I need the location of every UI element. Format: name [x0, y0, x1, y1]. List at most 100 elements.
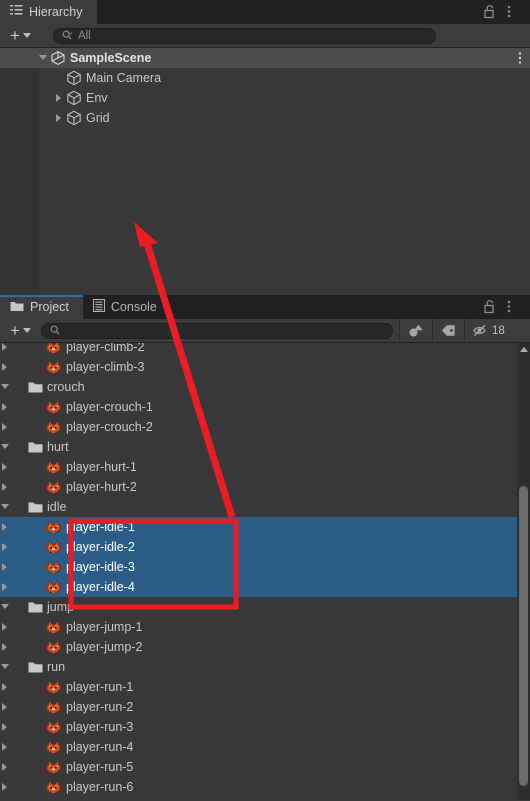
hidden-assets-count: 18	[491, 324, 505, 337]
sprite-asset-icon	[46, 640, 61, 654]
hierarchy-toolbar: + All	[0, 24, 530, 48]
project-row-label: player-crouch-2	[66, 420, 153, 434]
hierarchy-row-label: Main Camera	[86, 71, 162, 85]
create-gameobject-button[interactable]: +	[6, 27, 35, 45]
search-icon	[62, 30, 73, 41]
project-folder-row[interactable]: crouch	[0, 377, 530, 397]
chevron-down-icon	[22, 33, 31, 38]
sprite-asset-icon	[46, 360, 61, 374]
sprite-asset-icon	[46, 740, 61, 754]
project-asset-row[interactable]: player-jump-2	[0, 637, 530, 657]
project-asset-row[interactable]: player-jump-1	[0, 617, 530, 637]
project-asset-row[interactable]: player-crouch-1	[0, 397, 530, 417]
sprite-asset-icon	[46, 520, 61, 534]
hierarchy-row-label: Grid	[86, 111, 110, 125]
sprite-asset-icon	[46, 540, 61, 554]
project-asset-row[interactable]: player-run-5	[0, 757, 530, 777]
project-row-label: player-jump-1	[66, 620, 143, 634]
unlocked-padlock-icon[interactable]	[483, 4, 497, 20]
project-row-label: player-run-5	[66, 760, 134, 774]
gameobject-cube-icon	[66, 70, 82, 86]
project-row-label: player-run-3	[66, 720, 134, 734]
hierarchy-row-label: Env	[86, 91, 108, 105]
project-asset-row[interactable]: player-hurt-1	[0, 457, 530, 477]
sprite-asset-icon	[46, 560, 61, 574]
gameobject-cube-icon	[66, 110, 82, 126]
project-row-label: player-climb-3	[66, 360, 145, 374]
tab-project-label: Project	[30, 300, 69, 314]
project-row-label: player-run-6	[66, 780, 134, 794]
folder-icon	[28, 601, 43, 614]
hierarchy-scene-row[interactable]: SampleScene	[0, 48, 530, 68]
plus-icon: +	[10, 25, 20, 45]
twisty-collapsed-icon[interactable]	[54, 88, 66, 108]
project-row-label: player-jump-2	[66, 640, 143, 654]
hierarchy-tabbar: Hierarchy	[0, 0, 530, 24]
project-search-input[interactable]	[40, 322, 393, 339]
sprite-asset-icon	[46, 400, 61, 414]
project-asset-row[interactable]: player-hurt-2	[0, 477, 530, 497]
project-row-label: player-idle-4	[66, 580, 135, 594]
kebab-menu-icon[interactable]	[507, 4, 521, 20]
project-asset-row[interactable]: player-run-6	[0, 777, 530, 797]
tab-console[interactable]: Console	[83, 295, 171, 319]
twisty-collapsed-icon[interactable]	[54, 108, 66, 128]
project-row-label: hurt	[47, 440, 69, 454]
row-kebab-menu-icon[interactable]	[518, 51, 522, 68]
project-row-label: jump	[47, 600, 75, 614]
tag-label-filter-icon[interactable]	[431, 318, 464, 343]
hidden-assets-counter[interactable]: 18	[463, 318, 513, 343]
project-row-label: player-hurt-2	[66, 480, 137, 494]
hierarchy-list-icon	[10, 4, 23, 20]
project-folder-row[interactable]: jump	[0, 597, 530, 617]
chevron-down-icon	[22, 328, 31, 333]
object-type-filter-icon[interactable]	[398, 318, 432, 343]
hierarchy-search-placeholder: All	[77, 29, 91, 42]
hierarchy-row[interactable]: Main Camera	[0, 68, 530, 88]
project-asset-row[interactable]: player-run-4	[0, 737, 530, 757]
sprite-asset-icon	[46, 760, 61, 774]
scene-icon	[50, 50, 66, 66]
project-asset-row[interactable]: player-idle-1	[0, 517, 530, 537]
hierarchy-tab-controls	[483, 0, 530, 24]
sprite-asset-icon	[46, 580, 61, 594]
project-row-label: player-crouch-1	[66, 400, 153, 414]
project-tabbar: Project Console	[0, 295, 530, 319]
gameobject-cube-icon	[66, 90, 82, 106]
hierarchy-search-input[interactable]: All	[52, 27, 436, 44]
plus-icon: +	[10, 320, 20, 340]
folder-icon	[28, 661, 43, 674]
project-vertical-scrollbar[interactable]	[517, 343, 530, 800]
project-asset-row[interactable]: player-run-3	[0, 717, 530, 737]
project-asset-tree[interactable]: player-climb-2 player-climb-3 crouch player…	[0, 343, 530, 800]
scroll-up-arrow-icon[interactable]	[520, 347, 528, 352]
project-asset-row[interactable]: player-idle-2	[0, 537, 530, 557]
tab-hierarchy[interactable]: Hierarchy	[0, 0, 97, 24]
project-asset-row[interactable]: player-climb-2	[0, 343, 530, 357]
project-folder-row[interactable]: hurt	[0, 437, 530, 457]
project-asset-row[interactable]: player-climb-3	[0, 357, 530, 377]
project-folder-row[interactable]: run	[0, 657, 530, 677]
project-asset-row[interactable]: player-run-2	[0, 697, 530, 717]
sprite-asset-icon	[46, 700, 61, 714]
create-asset-button[interactable]: +	[6, 322, 35, 340]
unity-editor-window: Hierarchy + All SampleScene Main Camera …	[0, 0, 530, 801]
console-icon	[92, 299, 105, 315]
tab-project[interactable]: Project	[0, 295, 83, 319]
unlocked-padlock-icon[interactable]	[483, 299, 497, 315]
scrollbar-thumb[interactable]	[519, 486, 528, 786]
hierarchy-row[interactable]: Grid	[0, 108, 530, 128]
project-asset-row[interactable]: player-idle-4	[0, 577, 530, 597]
sprite-asset-icon	[46, 680, 61, 694]
project-row-label: player-run-2	[66, 700, 134, 714]
project-tab-controls	[483, 295, 530, 319]
project-asset-row[interactable]: player-run-1	[0, 677, 530, 697]
project-asset-row[interactable]: player-crouch-2	[0, 417, 530, 437]
project-folder-row[interactable]: idle	[0, 497, 530, 517]
twisty-expanded-icon[interactable]	[38, 48, 50, 68]
hierarchy-row[interactable]: Env	[0, 88, 530, 108]
kebab-menu-icon[interactable]	[507, 299, 521, 315]
search-icon	[50, 325, 61, 336]
project-asset-row[interactable]: player-idle-3	[0, 557, 530, 577]
